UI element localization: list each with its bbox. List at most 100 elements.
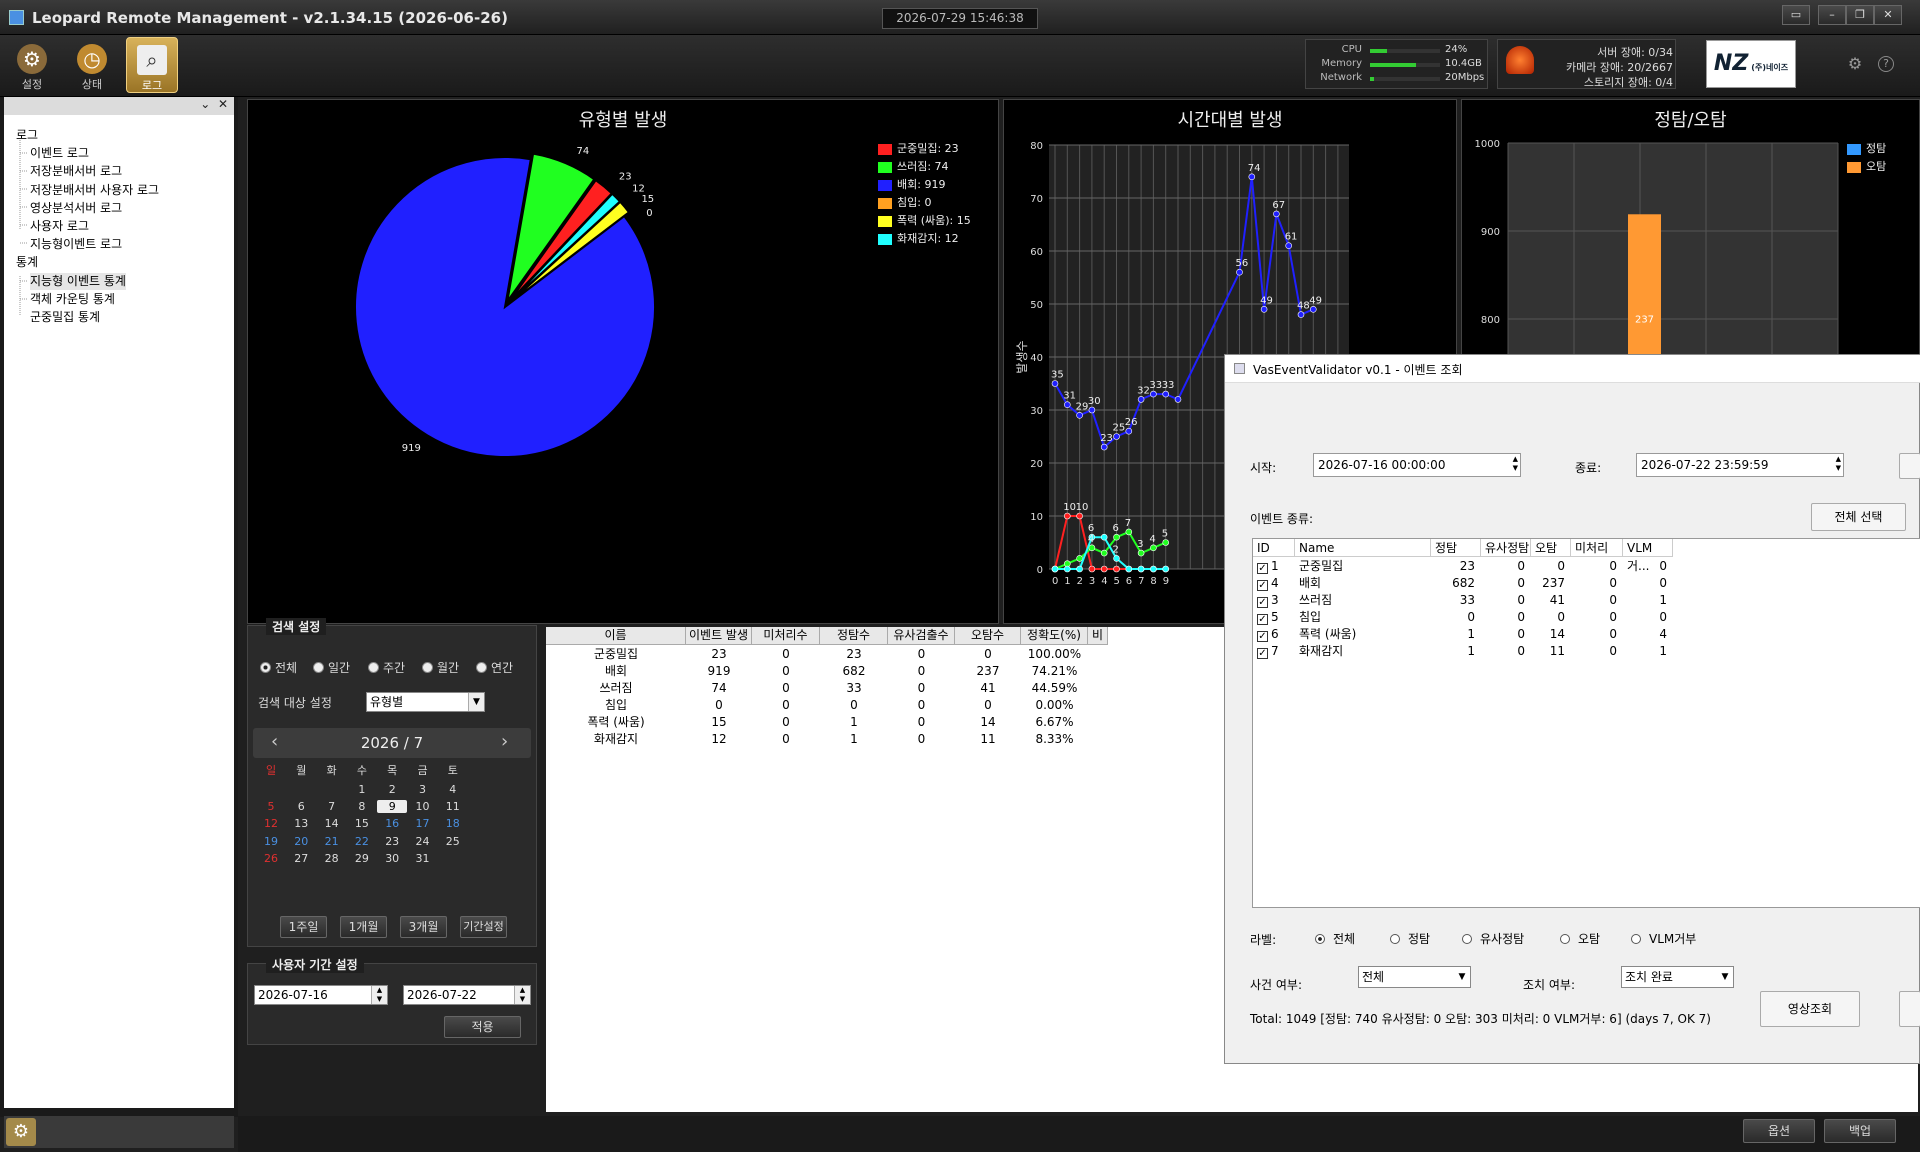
table-row[interactable]: 침입 0 0 0 0 0 0.00%	[546, 697, 1106, 714]
table-header[interactable]: 이벤트 발생	[686, 627, 752, 645]
period-radio-year[interactable]: 연간	[476, 659, 513, 676]
tree-item[interactable]: 지능형이벤트 로그	[30, 236, 122, 253]
period-radio-week[interactable]: 주간	[368, 659, 405, 676]
row-checkbox[interactable]: ✓	[1257, 631, 1268, 642]
settings-tool-button[interactable]: ⚙ 설정	[6, 37, 58, 93]
tree-item[interactable]: 저장분배서버 로그	[30, 163, 122, 180]
table-row[interactable]: 쓰러짐 74 0 33 0 41 44.59%	[546, 680, 1106, 697]
table-row[interactable]: 군중밀집 23 0 23 0 0 100.00%	[546, 646, 1106, 663]
table-header[interactable]: 비	[1088, 627, 1108, 645]
calendar-day[interactable]: 20	[286, 835, 316, 848]
list-header[interactable]: Name	[1295, 539, 1431, 557]
tree-item[interactable]: 로그	[16, 127, 38, 144]
calendar-day[interactable]: 26	[256, 852, 286, 865]
event-type-row[interactable]: ✓ 7 화재감지 1 0 11 0 1	[1253, 643, 1673, 660]
help-icon[interactable]: ?	[1878, 56, 1894, 72]
calendar-day[interactable]: 17	[408, 817, 438, 830]
calendar-day[interactable]: 19	[256, 835, 286, 848]
row-checkbox[interactable]: ✓	[1257, 563, 1268, 574]
one-month-button[interactable]: 1개월	[340, 916, 387, 938]
tree-item[interactable]: 군중밀집 통계	[30, 309, 100, 326]
list-header[interactable]: VLM거...	[1623, 539, 1673, 573]
calendar-day[interactable]: 31	[408, 852, 438, 865]
list-header[interactable]: 유사정탐	[1481, 539, 1531, 557]
calendar-day[interactable]: 8	[347, 800, 377, 813]
log-tool-button[interactable]: ⌕ 로그	[126, 37, 178, 93]
search-target-select[interactable]: 유형별 ▼	[366, 692, 485, 712]
calendar-day[interactable]: 30	[377, 852, 407, 865]
gear-icon[interactable]: ⚙	[6, 1118, 36, 1146]
calendar-day[interactable]: 21	[317, 835, 347, 848]
label-radio[interactable]: 유사정탐	[1462, 930, 1524, 947]
settings-gear-icon[interactable]: ⚙	[1845, 54, 1865, 74]
list-header[interactable]: ID	[1253, 539, 1295, 557]
calendar-day[interactable]: 28	[317, 852, 347, 865]
minimize-button[interactable]: –	[1818, 5, 1846, 25]
row-checkbox[interactable]: ✓	[1257, 648, 1268, 659]
chevron-down-icon[interactable]: ⌄	[200, 97, 210, 111]
list-header[interactable]: 미처리	[1571, 539, 1623, 557]
period-radio-all[interactable]: 전체	[260, 659, 297, 676]
tree-item[interactable]: 객체 카운팅 통계	[30, 291, 115, 308]
period-from-field[interactable]: 2026-07-16 ▲ ▼	[254, 985, 388, 1005]
incident-select[interactable]: 전체 ▼	[1358, 966, 1471, 988]
option-button[interactable]: 옵션	[1743, 1119, 1815, 1143]
row-checkbox[interactable]: ✓	[1257, 580, 1268, 591]
action-select[interactable]: 조치 완료 ▼	[1621, 966, 1734, 988]
tree-item[interactable]: 지능형 이벤트 통계	[30, 272, 126, 290]
calendar-day[interactable]: 16	[377, 817, 407, 830]
tree-item[interactable]: 저장분배서버 사용자 로그	[30, 182, 159, 199]
search-button[interactable]	[1899, 453, 1920, 479]
select-all-button[interactable]: 전체 선택	[1811, 503, 1906, 531]
row-checkbox[interactable]: ✓	[1257, 614, 1268, 625]
table-header[interactable]: 유사검출수	[888, 627, 955, 645]
period-to-field[interactable]: 2026-07-22 ▲ ▼	[403, 985, 531, 1005]
table-row[interactable]: 배회 919 0 682 0 237 74.21%	[546, 663, 1106, 680]
label-radio[interactable]: 정탐	[1390, 930, 1430, 947]
period-setting-button[interactable]: 기간설정	[460, 916, 507, 938]
table-header[interactable]: 미처리수	[752, 627, 820, 645]
calendar-day[interactable]: 27	[286, 852, 316, 865]
three-month-button[interactable]: 3개월	[400, 916, 447, 938]
calendar-day[interactable]: 13	[286, 817, 316, 830]
calendar-day[interactable]: 24	[408, 835, 438, 848]
restore-view-button[interactable]: ▭	[1782, 5, 1810, 25]
tree-item[interactable]: 영상분석서버 로그	[30, 200, 122, 217]
tree-item[interactable]: 통계	[16, 254, 38, 271]
calendar-day[interactable]: 29	[347, 852, 377, 865]
calendar-day[interactable]: 22	[347, 835, 377, 848]
calendar-day[interactable]: 10	[408, 800, 438, 813]
calendar-day[interactable]: 4	[438, 783, 468, 796]
event-type-row[interactable]: ✓ 4 배회 682 0 237 0 0	[1253, 575, 1673, 592]
maximize-button[interactable]: ❐	[1846, 5, 1874, 25]
table-header[interactable]: 정탐수	[820, 627, 888, 645]
end-datetime-field[interactable]: 2026-07-22 23:59:59 ▲ ▼	[1636, 453, 1844, 477]
calendar-day[interactable]: 2	[377, 783, 407, 796]
list-header[interactable]: 정탐	[1431, 539, 1481, 557]
extra-button[interactable]	[1899, 991, 1920, 1027]
calendar-day[interactable]: 11	[438, 800, 468, 813]
calendar-day[interactable]: 5	[256, 800, 286, 813]
calendar-day[interactable]: 25	[438, 835, 468, 848]
status-tool-button[interactable]: ◷ 상태	[66, 37, 118, 93]
next-month-icon[interactable]: ›	[501, 731, 508, 752]
close-button[interactable]: ✕	[1874, 5, 1902, 25]
apply-button[interactable]: 적용	[444, 1016, 521, 1038]
label-radio[interactable]: 전체	[1315, 930, 1355, 947]
calendar-day[interactable]: 14	[317, 817, 347, 830]
calendar-day[interactable]: 23	[377, 835, 407, 848]
calendar-day[interactable]: 15	[347, 817, 377, 830]
event-type-row[interactable]: ✓ 5 침입 0 0 0 0 0	[1253, 609, 1673, 626]
calendar-day[interactable]: 7	[317, 800, 347, 813]
calendar-day[interactable]: 9	[377, 800, 408, 814]
calendar-day[interactable]: 3	[408, 783, 438, 796]
tree-item[interactable]: 이벤트 로그	[30, 145, 89, 162]
tree-item[interactable]: 사용자 로그	[30, 218, 89, 235]
start-datetime-field[interactable]: 2026-07-16 00:00:00 ▲ ▼	[1313, 453, 1521, 477]
calendar-day[interactable]: 6	[286, 800, 316, 813]
list-header[interactable]: 오탐	[1531, 539, 1571, 557]
one-week-button[interactable]: 1주일	[280, 916, 327, 938]
calendar-day[interactable]: 12	[256, 817, 286, 830]
close-icon[interactable]: ✕	[218, 97, 228, 111]
table-header[interactable]: 정확도(%)	[1021, 627, 1088, 645]
